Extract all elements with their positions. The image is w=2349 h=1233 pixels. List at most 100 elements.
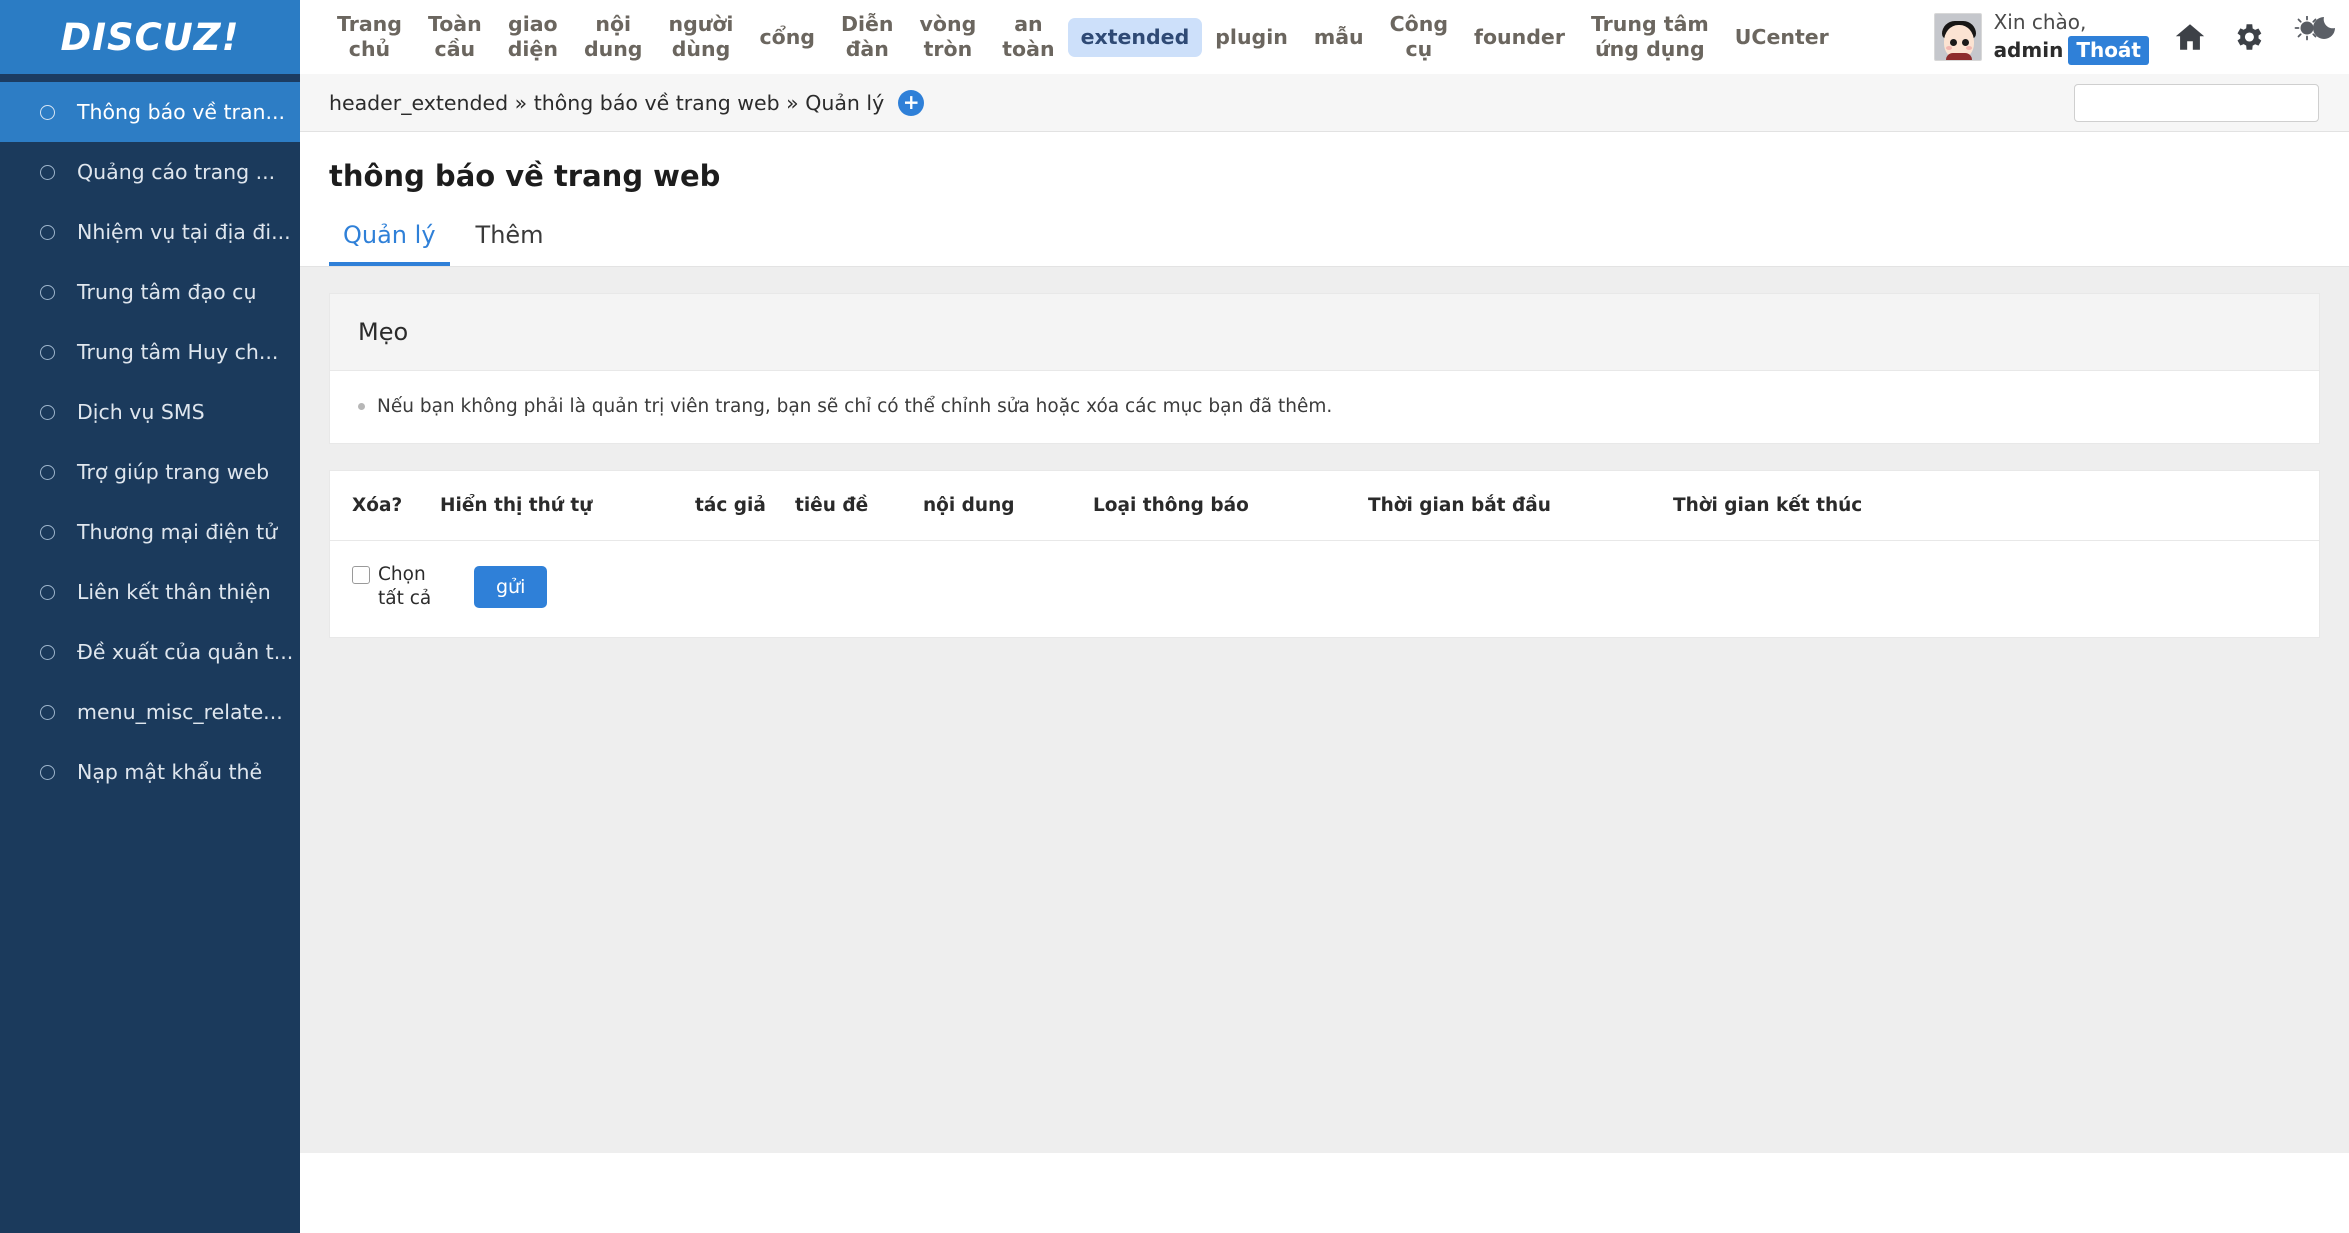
column-header-end-time[interactable]: Thời gian kết thúc [1673,470,2319,541]
select-all-checkbox[interactable] [352,565,370,584]
sidebar-divider [0,74,300,82]
table-header: Xóa? Hiển thị thứ tự tác giả tiêu đề nội… [330,470,2319,541]
sidebar-item-label: Trợ giúp trang web [77,460,270,484]
top-navigation: Trang chủ Toàn cầu giao diện nội dung người … [300,0,1918,74]
circle-bullet-icon [40,644,55,660]
select-all-control[interactable]: Chọn tất cả [352,563,452,611]
avatar-cheek-left [1945,46,1952,50]
brand-logo-text: DISCUZ! [60,15,240,59]
sidebar-item-1[interactable]: Quảng cáo trang ... [0,142,300,202]
column-header-order[interactable]: Hiển thị thứ tự [440,470,695,541]
sidebar-item-0[interactable]: Thông báo về tran... [0,82,300,142]
sidebar-item-label: Trung tâm Huy ch... [77,340,279,364]
brand-logo[interactable]: DISCUZ! [0,0,300,74]
sidebar-item-5[interactable]: Dịch vụ SMS [0,382,300,442]
tips-text: Nếu bạn không phải là quản trị viên tran… [377,396,1333,417]
gear-icon[interactable] [2231,20,2265,54]
sidebar-item-label: Quảng cáo trang ... [77,160,276,184]
tab-1[interactable]: Thêm [462,221,558,266]
sidebar-item-4[interactable]: Trung tâm Huy ch... [0,322,300,382]
breadcrumb-bar: header_extended » thông báo về trang web… [300,74,2349,132]
page-title: thông báo về trang web [329,159,721,193]
sidebar-item-label: Thông báo về tran... [77,100,286,124]
avatar[interactable] [1933,13,1982,61]
username-label: admin [1993,38,2064,62]
top-nav-item-5[interactable]: cổng [746,18,828,57]
top-nav-item-7[interactable]: vòng tròn [907,5,990,69]
user-area: Xin chào, admin Thoát [1918,0,2349,74]
sidebar-item-label: Trung tâm đạo cụ [77,280,257,304]
select-all-label: Chọn tất cả [378,563,432,609]
top-nav-item-1[interactable]: Toàn cầu [415,5,495,69]
avatar-body [1945,53,1972,60]
column-header-type[interactable]: Loại thông báo [1093,470,1368,541]
sidebar-item-label: Đề xuất của quản t... [77,640,294,664]
sidebar-item-label: Dịch vụ SMS [77,400,205,424]
top-nav-item-4[interactable]: người dùng [655,5,746,69]
top-nav-item-11[interactable]: mẫu [1301,18,1377,57]
top-nav-item-8[interactable]: an toàn [989,5,1067,69]
column-header-start-time[interactable]: Thời gian bắt đầu [1368,470,1673,541]
tips-body: Nếu bạn không phải là quản trị viên tran… [330,371,2319,443]
circle-bullet-icon [40,704,55,720]
circle-bullet-icon [40,104,55,120]
content-area: Mẹo Nếu bạn không phải là quản trị viên … [300,267,2349,1153]
sidebar-item-11[interactable]: Nạp mật khẩu thẻ [0,742,300,802]
search-input[interactable] [2084,92,2309,113]
top-nav-item-0[interactable]: Trang chủ [324,5,415,69]
top-nav-item-2[interactable]: giao diện [495,5,571,69]
announcements-table: Xóa? Hiển thị thứ tự tác giả tiêu đề nội… [330,470,2319,541]
top-nav-item-12[interactable]: Công cụ [1377,5,1461,69]
submit-button[interactable]: gửi [474,565,548,608]
announcements-table-card: Xóa? Hiển thị thứ tự tác giả tiêu đề nội… [329,469,2320,638]
circle-bullet-icon [40,404,55,420]
home-icon[interactable] [2173,20,2207,54]
tab-0[interactable]: Quản lý [329,221,450,266]
top-nav-item-6[interactable]: Diễn đàn [828,5,907,69]
top-nav-item-15[interactable]: UCenter [1722,18,1842,57]
top-nav-item-9[interactable]: extended [1067,17,1203,57]
sidebar-item-9[interactable]: Đề xuất của quản t... [0,622,300,682]
sidebar-item-label: menu_misc_relate... [77,700,283,724]
page-tabs: Quản lý Thêm [300,193,2349,267]
breadcrumb[interactable]: header_extended » thông báo về trang web… [329,91,884,115]
search-box[interactable] [2074,83,2319,122]
sidebar-item-label: Nạp mật khẩu thẻ [77,760,263,784]
plus-icon[interactable]: + [898,89,925,116]
sun-moon-toggle-icon[interactable] [2289,16,2341,58]
circle-bullet-icon [40,584,55,600]
sidebar-item-label: Liên kết thân thiện [77,580,271,604]
top-nav-item-14[interactable]: Trung tâm ứng dụng [1578,5,1722,69]
circle-bullet-icon [40,284,55,300]
top-nav-item-13[interactable]: founder [1461,18,1578,57]
circle-bullet-icon [40,344,55,360]
avatar-eye-left [1949,39,1957,46]
circle-bullet-icon [40,764,55,780]
top-nav-item-10[interactable]: plugin [1202,18,1301,57]
top-nav-item-3[interactable]: nội dung [571,5,656,69]
circle-bullet-icon [40,224,55,240]
sidebar-item-6[interactable]: Trợ giúp trang web [0,442,300,502]
sidebar-item-7[interactable]: Thương mại điện tử [0,502,300,562]
sidebar-item-label: Nhiệm vụ tại địa đi... [77,220,291,244]
column-header-author[interactable]: tác giả [695,470,795,541]
column-header-content[interactable]: nội dung [923,470,1093,541]
tips-card: Mẹo Nếu bạn không phải là quản trị viên … [329,293,2320,444]
table-footer: Chọn tất cả gửi [330,541,2319,637]
greeting-block: Xin chào, admin Thoát [1994,9,2149,65]
sidebar-item-label: Thương mại điện tử [77,520,278,544]
sidebar-item-2[interactable]: Nhiệm vụ tại địa đi... [0,202,300,262]
table-header-row: Xóa? Hiển thị thứ tự tác giả tiêu đề nội… [330,470,2319,541]
greeting-text: Xin chào, [1993,10,2087,34]
circle-bullet-icon [40,464,55,480]
circle-bullet-icon [40,524,55,540]
avatar-eye-right [1961,39,1969,46]
sidebar: Thông báo về tran... Quảng cáo trang ... N… [0,74,300,1233]
column-header-delete[interactable]: Xóa? [330,470,440,541]
logout-button[interactable]: Thoát [2068,36,2149,65]
sidebar-item-8[interactable]: Liên kết thân thiện [0,562,300,622]
sidebar-item-10[interactable]: menu_misc_relate... [0,682,300,742]
sidebar-item-3[interactable]: Trung tâm đạo cụ [0,262,300,322]
circle-bullet-icon [40,164,55,180]
column-header-title[interactable]: tiêu đề [795,470,923,541]
